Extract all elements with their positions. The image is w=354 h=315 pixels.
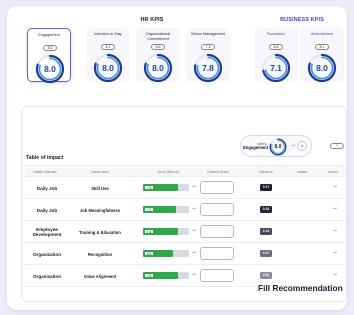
score-bar: 7.5	[143, 184, 189, 191]
action-arrow-icon[interactable]: →	[332, 227, 338, 233]
action-area: Recognition	[87, 251, 113, 257]
influence-badge: 0.07	[260, 250, 272, 257]
business-kpis-title: BUSINESS KPIS	[280, 17, 324, 23]
action-area: Skill Use	[91, 185, 109, 191]
score-bar: 7.6	[143, 228, 189, 235]
score-value: 7.6	[144, 273, 154, 278]
table-row: Daily Job Skill Use 7.5 → 0.17 →	[25, 177, 345, 199]
table-row: Daily Job Job Meaningfulness 7.2 → 0.16 …	[25, 199, 345, 221]
action-area: Training & Education	[79, 229, 121, 235]
metric-value: 8.0	[274, 144, 282, 150]
arrow-right-icon: →	[191, 271, 197, 277]
kpi-target-pill: 8.1	[101, 44, 115, 50]
kpi-card-engagement[interactable]: Engagement 8.0 8.0	[27, 28, 71, 84]
score-bar: 6.6	[143, 250, 189, 257]
arrow-right-icon: →	[191, 227, 197, 233]
metric-label: Metric Engagement	[243, 142, 269, 150]
metric-label-name: Engagement	[243, 145, 269, 150]
influence-badge: 0.17	[260, 184, 272, 191]
impact-panel: Table of impact Metric Engagement 8.0 → …	[21, 106, 347, 302]
kpi-value: 8.0	[102, 63, 114, 73]
dashboard-panel: HR KPIS BUSINESS KPIS Engagement 8.0 8.0…	[7, 6, 347, 310]
desired-score-input[interactable]	[200, 269, 234, 282]
influence-badge: 0.16	[260, 206, 272, 213]
influence-badge: 0.14	[260, 228, 272, 235]
health-indicator: Daily Job	[36, 207, 58, 213]
score-bar: 7.2	[143, 206, 189, 213]
table-body: Daily Job Skill Use 7.5 → 0.17 → Daily J…	[25, 177, 345, 287]
impact-table: Health indicator Action area Score (Benc…	[25, 165, 345, 287]
kpi-card-fluctuation[interactable]: Fluctuation 6.8 7.1	[254, 28, 298, 83]
kpi-card-stress-management[interactable]: Stress Management 7.9 7.8	[186, 28, 230, 83]
action-arrow-icon[interactable]: →	[332, 271, 338, 277]
desired-score-input[interactable]	[200, 225, 234, 238]
arrow-right-icon: →	[191, 249, 197, 255]
metric-summary: Metric Engagement 8.0 → ?	[240, 135, 312, 157]
metric-target-pill: ?	[330, 143, 344, 149]
arrow-right-icon: →	[191, 205, 197, 211]
kpi-target-pill: 8.6	[151, 44, 165, 50]
kpi-target-pill: 8.0	[43, 45, 57, 51]
action-arrow-icon[interactable]: →	[332, 249, 338, 255]
kpi-value: 8.0	[44, 64, 56, 74]
health-indicator: Daily Job	[36, 185, 58, 191]
desired-score-input[interactable]	[200, 247, 234, 260]
kpi-value: 7.8	[202, 63, 214, 73]
kpi-value: 8.0	[316, 63, 328, 73]
desired-score-input[interactable]	[200, 203, 234, 216]
score-value: 7.5	[144, 185, 154, 190]
fill-recommendation-button[interactable]: Fill Recommendation	[258, 283, 343, 293]
influence-badge: 0.02	[260, 272, 272, 279]
arrow-right-icon: →	[191, 183, 197, 189]
score-bar: 7.6	[143, 272, 189, 279]
score-value: 7.6	[144, 229, 154, 234]
table-row: Organization Recognition 6.6 → 0.07 →	[25, 243, 345, 265]
action-area: Job Meaningfulness	[79, 207, 121, 213]
kpi-target-pill: 7.9	[201, 44, 215, 50]
kpi-card-absenteeism[interactable]: Absenteeism 8.1 8.0	[300, 28, 344, 83]
kpi-target-pill: 8.1	[315, 44, 329, 50]
table-header: Health indicator Action area Score (Benc…	[25, 165, 345, 177]
health-indicator: Organization	[32, 251, 62, 257]
metric-unknown-value: ?	[297, 141, 307, 151]
hr-kpis-title: HR KPIS	[140, 17, 164, 23]
kpi-target-pill: 6.8	[269, 44, 283, 50]
impact-title: Table of impact	[26, 155, 64, 161]
kpi-value: 7.1	[270, 63, 282, 73]
health-indicator: Employee Development	[32, 227, 62, 237]
action-arrow-icon[interactable]: →	[332, 205, 338, 211]
score-value: 6.6	[144, 251, 154, 256]
desired-score-input[interactable]	[200, 181, 234, 194]
kpi-value: 8.0	[152, 63, 164, 73]
action-area: Value Alignment	[83, 273, 117, 279]
table-row: Employee Development Training & Educatio…	[25, 221, 345, 243]
kpi-card-intention-to-stay[interactable]: Intention to Stay 8.1 8.0	[86, 28, 130, 83]
health-indicator: Organization	[32, 273, 62, 279]
kpi-card-organizational-commitment[interactable]: Organizational Commitment 8.6 8.0	[136, 28, 180, 83]
arrow-right-icon: →	[290, 142, 296, 148]
action-arrow-icon[interactable]: →	[332, 183, 338, 189]
score-value: 7.2	[144, 207, 154, 212]
